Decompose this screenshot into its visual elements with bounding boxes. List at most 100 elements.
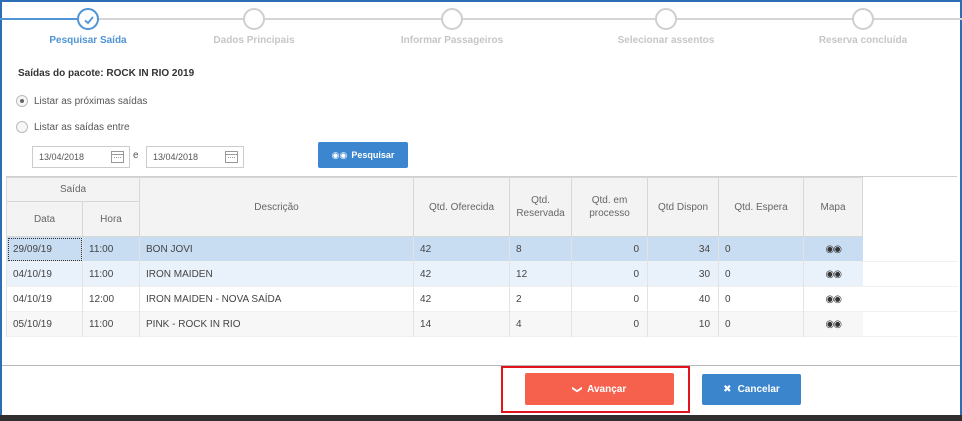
cell-available: 30 bbox=[647, 261, 719, 287]
cell-processing: 0 bbox=[571, 286, 648, 312]
calendar-icon[interactable] bbox=[225, 151, 238, 163]
advance-button[interactable]: ❯ Avançar bbox=[525, 373, 674, 405]
column-time[interactable]: Hora bbox=[81, 201, 141, 237]
radio-label: Listar as saídas entre bbox=[34, 121, 130, 133]
package-title: Saídas do pacote: ROCK IN RIO 2019 bbox=[18, 68, 195, 79]
cell-processing: 0 bbox=[571, 236, 648, 262]
cell-available: 34 bbox=[647, 236, 719, 262]
table-row[interactable]: 05/10/19 11:00 PINK - ROCK IN RIO 14 4 0… bbox=[6, 311, 958, 337]
step-circle-icon bbox=[852, 8, 874, 30]
close-icon: ✖ bbox=[723, 384, 732, 395]
cell-waiting: 0 bbox=[718, 311, 804, 337]
radio-button[interactable] bbox=[16, 121, 28, 133]
cell-filler bbox=[862, 286, 958, 312]
wizard-step-search[interactable]: Pesquisar Saída bbox=[18, 8, 158, 46]
chevron-down-icon: ❯ bbox=[571, 384, 583, 394]
column-processing[interactable]: Qtd. em processo bbox=[571, 177, 649, 237]
step-circle-icon bbox=[441, 8, 463, 30]
cell-offered: 42 bbox=[413, 261, 510, 287]
advance-button-label: Avançar bbox=[587, 383, 627, 395]
cell-offered: 14 bbox=[413, 311, 510, 337]
cell-description: PINK - ROCK IN RIO bbox=[139, 311, 414, 337]
footer-divider bbox=[2, 365, 960, 366]
date-from-input[interactable]: 13/04/2018 bbox=[32, 146, 130, 168]
radio-next-departures[interactable]: Listar as próximas saídas bbox=[16, 95, 147, 107]
wizard-step-seats[interactable]: Selecionar assentos bbox=[596, 8, 736, 46]
column-map[interactable]: Mapa bbox=[803, 177, 864, 237]
departures-table-wrap: Saída Descrição Qtd. Oferecida Qtd. Rese… bbox=[5, 176, 958, 366]
column-group-departure: Saída bbox=[5, 177, 141, 202]
departures-table: Saída Descrição Qtd. Oferecida Qtd. Rese… bbox=[5, 177, 958, 337]
cell-available: 10 bbox=[647, 311, 719, 337]
column-offered[interactable]: Qtd. Oferecida bbox=[413, 177, 511, 237]
cell-map[interactable]: ◉◉ bbox=[803, 236, 863, 262]
cell-map[interactable]: ◉◉ bbox=[803, 286, 863, 312]
table-row[interactable]: 29/09/19 11:00 BON JOVI 42 8 0 34 0 ◉◉ bbox=[6, 236, 958, 262]
date-to-value: 13/04/2018 bbox=[153, 152, 199, 162]
cell-offered: 42 bbox=[413, 236, 510, 262]
wizard-step-label: Pesquisar Saída bbox=[49, 35, 127, 46]
wizard-step-main-data[interactable]: Dados Principais bbox=[184, 8, 324, 46]
binoculars-icon[interactable]: ◉◉ bbox=[826, 244, 842, 255]
wizard-step-done[interactable]: Reserva concluída bbox=[793, 8, 933, 46]
cell-available: 40 bbox=[647, 286, 719, 312]
column-date[interactable]: Data bbox=[6, 201, 83, 237]
check-icon bbox=[77, 8, 99, 30]
column-available[interactable]: Qtd Dispon bbox=[647, 177, 720, 237]
column-waiting[interactable]: Qtd. Espera bbox=[718, 177, 805, 237]
cell-filler bbox=[862, 311, 958, 337]
date-from-value: 13/04/2018 bbox=[39, 152, 85, 162]
cell-processing: 0 bbox=[571, 311, 648, 337]
wizard-step-label: Informar Passageiros bbox=[400, 35, 504, 46]
date-to-input[interactable]: 13/04/2018 bbox=[146, 146, 244, 168]
cell-offered: 42 bbox=[413, 286, 510, 312]
cell-date: 04/10/19 bbox=[6, 261, 83, 287]
binoculars-icon[interactable]: ◉◉ bbox=[826, 319, 842, 330]
cell-date: 04/10/19 bbox=[6, 286, 83, 312]
cell-reserved: 2 bbox=[509, 286, 572, 312]
step-circle-icon bbox=[655, 8, 677, 30]
cancel-button[interactable]: ✖ Cancelar bbox=[702, 374, 801, 405]
cell-time: 12:00 bbox=[81, 286, 140, 312]
cell-waiting: 0 bbox=[718, 236, 804, 262]
cell-filler bbox=[862, 261, 958, 287]
cell-reserved: 8 bbox=[509, 236, 572, 262]
cell-date: 29/09/19 bbox=[6, 236, 83, 262]
radio-departures-between[interactable]: Listar as saídas entre bbox=[16, 121, 130, 133]
column-filler bbox=[862, 177, 958, 237]
wizard-step-passengers[interactable]: Informar Passageiros bbox=[382, 8, 522, 46]
search-button-label: Pesquisar bbox=[351, 150, 395, 160]
calendar-icon[interactable] bbox=[111, 151, 124, 163]
wizard-step-label: Selecionar assentos bbox=[617, 35, 715, 46]
binoculars-icon[interactable]: ◉◉ bbox=[826, 269, 842, 280]
cell-map[interactable]: ◉◉ bbox=[803, 311, 863, 337]
cell-time: 11:00 bbox=[81, 311, 140, 337]
binoculars-icon: ◉◉ bbox=[331, 149, 348, 160]
search-button[interactable]: ◉◉ Pesquisar bbox=[318, 142, 408, 168]
step-circle-icon bbox=[243, 8, 265, 30]
cell-description: BON JOVI bbox=[139, 236, 414, 262]
cancel-button-label: Cancelar bbox=[737, 384, 780, 395]
cell-waiting: 0 bbox=[718, 286, 804, 312]
radio-label: Listar as próximas saídas bbox=[34, 95, 148, 107]
cell-map[interactable]: ◉◉ bbox=[803, 261, 863, 287]
cell-date: 05/10/19 bbox=[6, 311, 83, 337]
cell-reserved: 12 bbox=[509, 261, 572, 287]
table-row[interactable]: 04/10/19 11:00 IRON MAIDEN 42 12 0 30 0 … bbox=[6, 261, 958, 287]
cell-waiting: 0 bbox=[718, 261, 804, 287]
column-description[interactable]: Descrição bbox=[139, 177, 415, 237]
cell-filler bbox=[862, 236, 958, 262]
date-separator: e bbox=[133, 150, 139, 161]
window-bottom-edge bbox=[0, 415, 962, 421]
wizard-step-label: Dados Principais bbox=[213, 35, 295, 46]
wizard-step-label: Reserva concluída bbox=[818, 35, 908, 46]
binoculars-icon[interactable]: ◉◉ bbox=[826, 294, 842, 305]
cell-reserved: 4 bbox=[509, 311, 572, 337]
cell-description: IRON MAIDEN - NOVA SAÍDA bbox=[139, 286, 414, 312]
radio-button[interactable] bbox=[16, 95, 28, 107]
column-reserved[interactable]: Qtd. Reservada bbox=[509, 177, 573, 237]
cell-description: IRON MAIDEN bbox=[139, 261, 414, 287]
cell-time: 11:00 bbox=[81, 261, 140, 287]
cell-processing: 0 bbox=[571, 261, 648, 287]
table-row[interactable]: 04/10/19 12:00 IRON MAIDEN - NOVA SAÍDA … bbox=[6, 286, 958, 312]
